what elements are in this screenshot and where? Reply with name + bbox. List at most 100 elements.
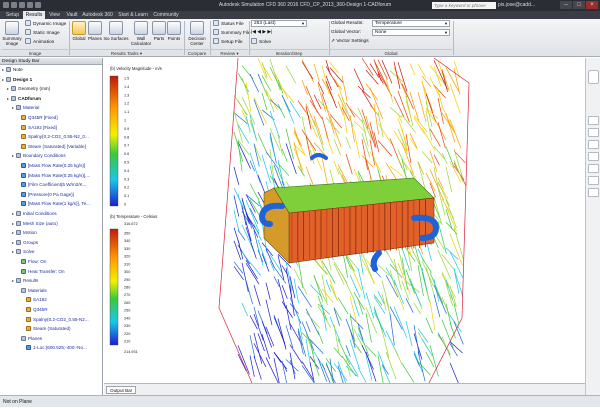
maximize-button[interactable]: □ (573, 1, 585, 9)
upper-pipe[interactable] (310, 153, 328, 160)
steering-wheel-icon[interactable] (588, 116, 599, 125)
legend-tick-label: 1.1 (124, 110, 129, 114)
undo-icon[interactable] (27, 2, 33, 8)
wall-calculator-button[interactable]: Wall Calculator (130, 21, 152, 46)
tab-setup[interactable]: Setup (3, 11, 22, 19)
review-group-label[interactable]: Review ▾ (211, 49, 248, 56)
tree-node-icon (21, 163, 26, 168)
tree-item[interactable]: Spalny(0.2-CO2_0.55-N2_0... (0, 133, 89, 141)
tree-item[interactable]: ▸ Note (0, 66, 23, 74)
tab-results[interactable]: Results (23, 11, 45, 19)
planes-button[interactable]: Planes (87, 21, 103, 41)
iso-surfaces-button[interactable]: Iso Surfaces (103, 21, 129, 41)
tree-item[interactable]: ▸ Geometry (mm) (0, 85, 50, 93)
settings-icon[interactable] (588, 188, 599, 197)
tree-item[interactable]: SA192 (0, 296, 47, 304)
tree-item[interactable]: [Mass Flow Rate(1 kg/s)], Te... (0, 200, 90, 208)
last-step-icon[interactable]: ▶| (267, 30, 272, 35)
tree-node-icon (21, 191, 26, 197)
look-at-icon[interactable] (588, 164, 599, 173)
vector-streak (357, 327, 370, 357)
tree-item[interactable]: Materials (0, 287, 47, 295)
tree-item[interactable]: ▸ CADforum (0, 95, 41, 103)
vector-streak (441, 69, 448, 93)
tree-item[interactable]: ▸ Motion (0, 229, 37, 237)
tab-vault[interactable]: Vault (64, 11, 80, 19)
animation-button[interactable]: Animation (25, 38, 54, 45)
summary-image-button[interactable]: Summary Image (2, 21, 22, 46)
vector-streak (365, 292, 375, 319)
summary-file-button[interactable]: Summary File (213, 29, 251, 36)
global-results-select[interactable]: Temperature ▼ (372, 20, 450, 27)
close-button[interactable]: × (586, 1, 598, 9)
tree-item[interactable]: Planes (0, 335, 42, 343)
tree-item[interactable]: SA192 [Fixed] (0, 124, 57, 132)
global-vector-select[interactable]: None ▼ (372, 29, 450, 36)
tree-item[interactable]: [Film Coefficient(5 W/m2/K... (0, 181, 86, 189)
tree-item[interactable]: Q345R (0, 306, 48, 314)
minimize-button[interactable]: – (560, 1, 572, 9)
global-button[interactable]: Global (71, 21, 87, 41)
vector-streak (365, 69, 379, 85)
tree-item[interactable]: ▸ Mesh Size (auto) (0, 220, 58, 228)
tree-node-icon (16, 239, 21, 245)
vector-streak (417, 351, 426, 382)
tree-item[interactable]: ▸ Results (0, 277, 38, 285)
status-file-button[interactable]: Status File (213, 20, 244, 27)
points-button[interactable]: Points (166, 21, 182, 41)
tree-item[interactable]: 1-Loc:(600.525;-400:-No... (0, 344, 87, 352)
global-group-label: Global (330, 49, 452, 56)
tree-item[interactable]: [Mass Flow Rate(0.25 kg/s)],... (0, 172, 90, 180)
static-image-button[interactable]: Static Image (25, 29, 60, 36)
vector-streak (317, 263, 328, 275)
tree-item[interactable]: ▸ Material (0, 104, 39, 112)
tab-autodesk-360[interactable]: Autodesk 360 (81, 11, 114, 19)
tree-item[interactable]: Q345R [Fixed] (0, 114, 58, 122)
tree-item[interactable]: ▸ Initial Conditions (0, 210, 57, 218)
tree-item[interactable]: Spalny(0.2-CO2_0.55-N2... (0, 316, 89, 324)
legend-tick-label: 210 (124, 340, 130, 344)
search-input[interactable]: Type a keyword or phrase (432, 2, 496, 9)
tree-item[interactable]: ▸ Design 1 (0, 76, 32, 84)
tab-community[interactable]: Community (152, 11, 180, 19)
tree-item[interactable]: ▸ Boundary Conditions (0, 152, 66, 160)
vector-streak (309, 99, 323, 119)
setup-file-button[interactable]: Setup File (213, 38, 243, 45)
tree-item[interactable]: [Pressure(0 Pa Gage)] (0, 191, 74, 199)
tree-item[interactable]: Steam (Saturated) (0, 325, 71, 333)
tree-item[interactable]: Flow: On (0, 258, 46, 266)
tree-item[interactable]: ▸ Solve (0, 248, 35, 256)
tab-start-learn[interactable]: Start & Learn (116, 11, 150, 19)
fit-view-icon[interactable] (588, 176, 599, 185)
iteration-select[interactable]: 253 (Last) ▼ (251, 20, 307, 27)
tree-item[interactable]: Steam (Saturated) [Variable] (0, 143, 86, 151)
orbit-icon[interactable] (588, 152, 599, 161)
dynamic-image-button[interactable]: Dynamic Image (25, 20, 66, 27)
user-account[interactable]: pis.jose@cadd... (498, 0, 535, 11)
tree-item[interactable]: ▸ Groups (0, 239, 38, 247)
decision-center-button[interactable]: Decision Center (186, 21, 208, 46)
tree-node-icon (16, 230, 21, 236)
vector-streak (325, 80, 337, 109)
save-icon[interactable] (19, 2, 25, 8)
lower-pipe[interactable] (370, 250, 382, 272)
tree-item[interactable]: [Mass Flow Rate(0.25 kg/s)] (0, 162, 85, 170)
vector-streak (325, 105, 335, 135)
app-menu-icon[interactable] (3, 2, 9, 8)
pan-icon[interactable] (588, 128, 599, 137)
viewcube-icon[interactable] (588, 70, 599, 84)
vector-streak (241, 77, 249, 96)
vector-streak (321, 260, 336, 284)
results-tasks-group-label[interactable]: Results Tasks ▾ (70, 49, 183, 56)
open-icon[interactable] (11, 2, 17, 8)
tree-item[interactable]: Heat Transfer: On (0, 268, 65, 276)
vector-settings-button[interactable]: ➚ Vector Settings (331, 38, 369, 45)
parts-button[interactable]: Parts (152, 21, 166, 41)
zoom-icon[interactable] (588, 140, 599, 149)
redo-icon[interactable] (35, 2, 41, 8)
solve-button[interactable]: Solve (251, 38, 271, 45)
3d-viewport[interactable]: (b) Velocity Magnitude - m/s 1.5 1.4 1.3 1.… (104, 58, 585, 383)
cfd-scene[interactable]: (b) Velocity Magnitude - m/s 1.51.41.31.… (104, 58, 585, 383)
output-bar-button[interactable]: Output Bar (106, 386, 137, 394)
tab-view[interactable]: View (46, 11, 63, 19)
